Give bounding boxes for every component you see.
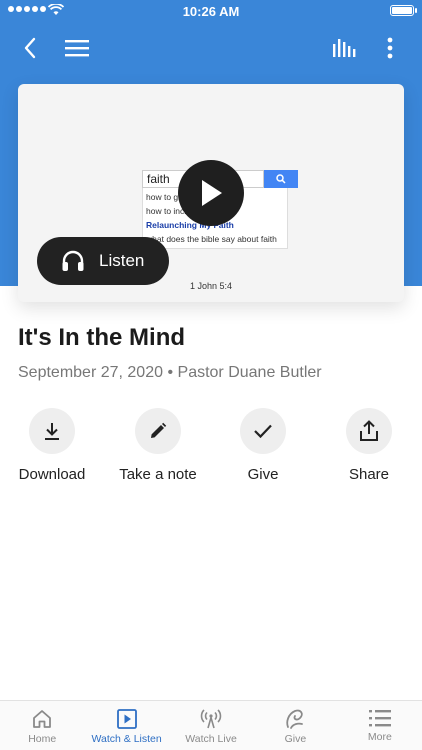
- headphones-icon: [62, 250, 84, 271]
- vertical-dots-icon: [387, 37, 393, 59]
- tab-label: Watch & Listen: [91, 733, 162, 745]
- status-bar: 10:26 AM: [0, 0, 422, 22]
- play-icon: [202, 180, 222, 206]
- action-label: Take a note: [119, 466, 197, 483]
- tab-watch-live[interactable]: Watch Live: [169, 701, 253, 750]
- hamburger-icon: [65, 40, 89, 57]
- tab-label: Home: [28, 733, 57, 745]
- status-time: 10:26 AM: [182, 4, 240, 19]
- broadcast-icon: [200, 709, 222, 729]
- battery-icon: [390, 5, 417, 16]
- home-icon: [33, 710, 52, 728]
- share-icon: [346, 408, 392, 454]
- download-icon: [29, 408, 75, 454]
- audio-levels-button[interactable]: [326, 30, 362, 66]
- pencil-icon: [135, 408, 181, 454]
- action-label: Download: [18, 466, 86, 483]
- tab-more[interactable]: More: [338, 701, 422, 750]
- back-button[interactable]: [12, 30, 48, 66]
- tab-bar: Home Watch & Listen Watch Live Give More: [0, 700, 422, 750]
- action-label: Share: [348, 466, 390, 483]
- chevron-left-icon: [24, 37, 36, 59]
- take-note-button[interactable]: Take a note: [103, 408, 213, 483]
- tab-label: More: [367, 731, 392, 743]
- tab-home[interactable]: Home: [0, 701, 84, 750]
- checkmark-icon: [240, 408, 286, 454]
- listen-label: Listen: [99, 251, 145, 270]
- sermon-date: September 27, 2020: [18, 364, 163, 381]
- list-icon: [368, 710, 391, 727]
- tab-give[interactable]: Give: [253, 701, 337, 750]
- sermon-speaker: Pastor Duane Butler: [177, 364, 322, 381]
- download-button[interactable]: Download: [0, 408, 107, 483]
- tab-watch-listen[interactable]: Watch & Listen: [84, 701, 168, 750]
- tab-label: Give: [284, 733, 307, 745]
- sermon-title: It's In the Mind: [18, 324, 186, 351]
- suggestion-item: what does the bible say about faith: [146, 234, 277, 244]
- meta-separator: •: [167, 364, 174, 381]
- equalizer-icon: [333, 39, 356, 57]
- give-button[interactable]: Give: [208, 408, 318, 483]
- more-options-button[interactable]: [372, 30, 408, 66]
- tab-label: Watch Live: [185, 733, 237, 745]
- search-icon: [264, 170, 298, 188]
- menu-button[interactable]: [59, 30, 95, 66]
- play-square-icon: [116, 709, 137, 729]
- listen-button[interactable]: Listen: [37, 237, 169, 285]
- give-icon: [286, 709, 304, 729]
- share-button[interactable]: Share: [314, 408, 422, 483]
- sermon-meta: September 27, 2020 • Pastor Duane Butler: [18, 364, 322, 382]
- play-button[interactable]: [178, 160, 244, 226]
- action-label: Give: [247, 466, 279, 483]
